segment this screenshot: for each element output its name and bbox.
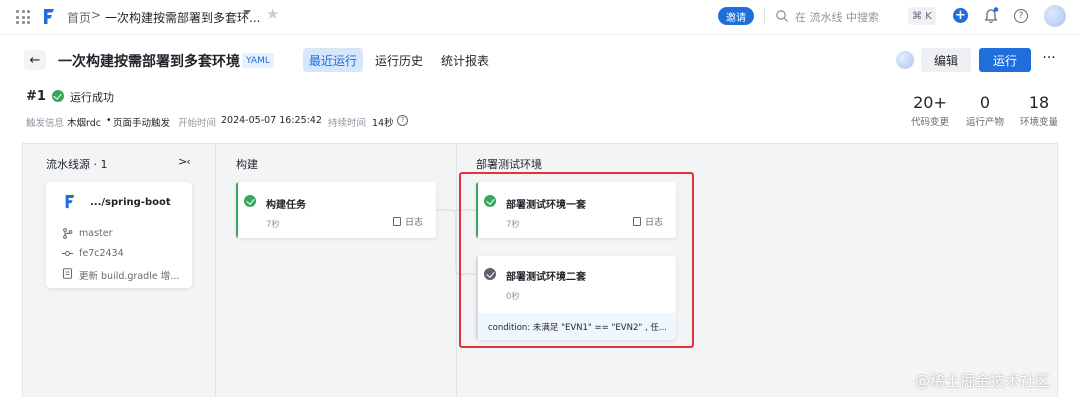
breadcrumb-separator: > — [91, 8, 102, 22]
trigger-method: 页面手动触发 — [113, 118, 171, 129]
search-icon[interactable] — [775, 9, 789, 23]
apps-grid-icon[interactable] — [16, 10, 30, 24]
chevron-down-icon[interactable] — [243, 10, 251, 15]
top-divider — [0, 34, 1080, 35]
page-title: 一次构建按需部署到多套环境 — [58, 54, 240, 70]
duration-label: 持续时间 — [328, 118, 367, 129]
tab-run-history[interactable]: 运行历史 — [372, 48, 426, 72]
trigger-user: 木烟rdc — [67, 118, 101, 129]
search-input[interactable]: 在 流水线 中搜索 — [795, 9, 879, 25]
tab-recent-runs[interactable]: 最近运行 — [303, 48, 363, 72]
stage-divider — [215, 144, 216, 397]
job-log-link[interactable]: 日志 — [393, 215, 423, 228]
job-log-label: 日志 — [405, 218, 424, 228]
stat-env-vars-label: 环境变量 — [1019, 117, 1058, 128]
job-name: 构建任务 — [266, 200, 306, 211]
job-duration: 7秒 — [266, 220, 280, 230]
more-menu-button[interactable]: ··· — [1040, 49, 1058, 69]
source-commit-message: 更新 build.gradle 增... — [79, 271, 180, 282]
top-bar: 首页 > 一次构建按需部署到多套环... ★ 邀请 在 流水线 中搜索 ⌘ K … — [0, 0, 1080, 34]
stat-code-changes-value[interactable]: 20+ — [905, 93, 955, 112]
source-commit[interactable]: fe7c2434 — [79, 248, 124, 259]
source-card[interactable]: .../spring-boot master fe7c2434 更新 build… — [46, 182, 192, 288]
stat-artifacts-label: 运行产物 — [965, 117, 1004, 128]
start-time: 2024-05-07 16:25:42 — [221, 115, 322, 126]
search-shortcut-badge: ⌘ K — [908, 7, 936, 25]
stage-title-source: 流水线源 · 1 — [46, 158, 108, 171]
branch-icon — [63, 228, 73, 239]
tab-statistics[interactable]: 统计报表 — [437, 48, 493, 72]
collapse-icon[interactable]: >‹ — [178, 155, 191, 168]
stat-code-changes-label: 代码变更 — [910, 117, 949, 128]
highlight-annotation-box — [459, 172, 694, 348]
success-icon — [52, 90, 64, 102]
invite-button[interactable]: 邀请 — [718, 7, 754, 25]
toolbar-divider — [764, 8, 765, 24]
job-status-bar — [236, 182, 238, 238]
star-icon[interactable]: ★ — [266, 7, 279, 22]
duration-value: 14秒 — [372, 118, 394, 129]
help-icon[interactable]: ? — [1014, 9, 1028, 23]
breadcrumb-home[interactable]: 首页 — [67, 9, 91, 26]
collaborator-avatar[interactable] — [896, 51, 914, 69]
watermark: @稀土掘金技术社区 — [915, 372, 1051, 390]
stat-artifacts-value[interactable]: 0 — [960, 93, 1010, 112]
flow-logo-icon — [65, 194, 75, 209]
source-branch: master — [79, 228, 113, 239]
start-time-label: 开始时间 — [178, 118, 217, 129]
bell-icon[interactable] — [983, 7, 999, 25]
stage-title-deploy: 部署测试环境 — [476, 158, 542, 171]
commit-icon — [62, 251, 73, 256]
run-status: 运行成功 — [70, 91, 114, 104]
trigger-separator: • — [106, 115, 112, 126]
stat-env-vars-value[interactable]: 18 — [1014, 93, 1064, 112]
source-repo-name[interactable]: .../spring-boot — [90, 197, 171, 208]
log-icon — [393, 217, 401, 226]
run-button[interactable]: 运行 — [979, 48, 1031, 72]
duration-help-icon[interactable]: ? — [397, 115, 408, 126]
trigger-label: 触发信息 — [26, 118, 65, 129]
yaml-tag[interactable]: YAML — [242, 53, 274, 68]
edit-button[interactable]: 编辑 — [921, 48, 971, 72]
user-avatar[interactable] — [1044, 5, 1066, 27]
plus-icon[interactable]: + — [953, 8, 968, 23]
job-card-build[interactable]: 构建任务 7秒 日志 — [236, 182, 436, 238]
breadcrumb-pipeline-title[interactable]: 一次构建按需部署到多套环... — [105, 9, 260, 26]
flow-logo-icon[interactable] — [41, 7, 57, 26]
stage-title-build: 构建 — [236, 158, 258, 171]
commit-message-icon — [63, 268, 72, 279]
success-icon — [244, 195, 256, 207]
run-number: #1 — [26, 89, 46, 104]
back-button[interactable]: ← — [24, 50, 46, 70]
